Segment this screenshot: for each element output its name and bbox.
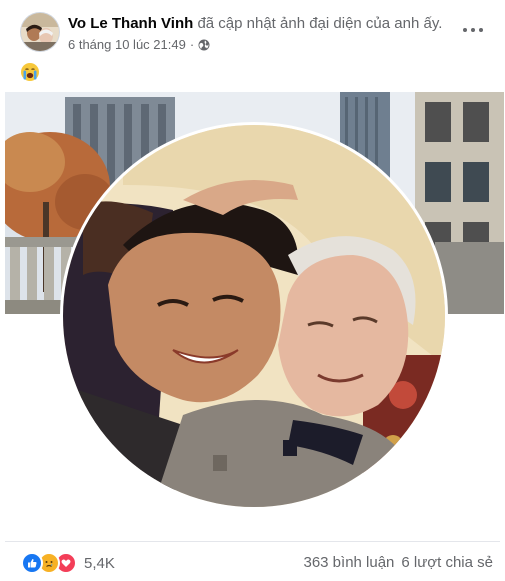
author-avatar[interactable] (21, 13, 59, 51)
post-meta: 6 tháng 10 lúc 21:49 · (68, 37, 210, 52)
post-stats: 363 bình luận 6 lượt chia sẻ (303, 554, 493, 571)
footer-divider (5, 541, 500, 542)
author-name[interactable]: Vo Le Thanh Vinh (68, 15, 193, 32)
reaction-count: 5,4K (84, 554, 115, 572)
post-timestamp[interactable]: 6 tháng 10 lúc 21:49 (68, 37, 186, 52)
avatar-image (21, 13, 59, 51)
reactions-summary[interactable]: 5,4K (21, 552, 115, 574)
dot-icon (479, 28, 483, 32)
post-header-text: Vo Le Thanh Vinh đã cập nhật ảnh đại diệ… (68, 15, 442, 32)
meta-separator: · (189, 37, 195, 52)
profile-picture-image (63, 125, 445, 507)
dot-icon (463, 28, 467, 32)
more-options-button[interactable] (463, 22, 483, 38)
comments-count-link[interactable]: 363 bình luận (303, 554, 394, 571)
post-action-text: đã cập nhật ảnh đại diện của anh ấy. (197, 15, 443, 32)
shares-count-link[interactable]: 6 lượt chia sẻ (401, 554, 493, 571)
globe-icon[interactable] (198, 39, 210, 51)
like-icon (21, 552, 43, 574)
dot-icon (471, 28, 475, 32)
post-card: Vo Le Thanh Vinh đã cập nhật ảnh đại diệ… (0, 0, 505, 581)
profile-picture[interactable] (60, 122, 448, 510)
crying-face-emoji (21, 63, 39, 81)
